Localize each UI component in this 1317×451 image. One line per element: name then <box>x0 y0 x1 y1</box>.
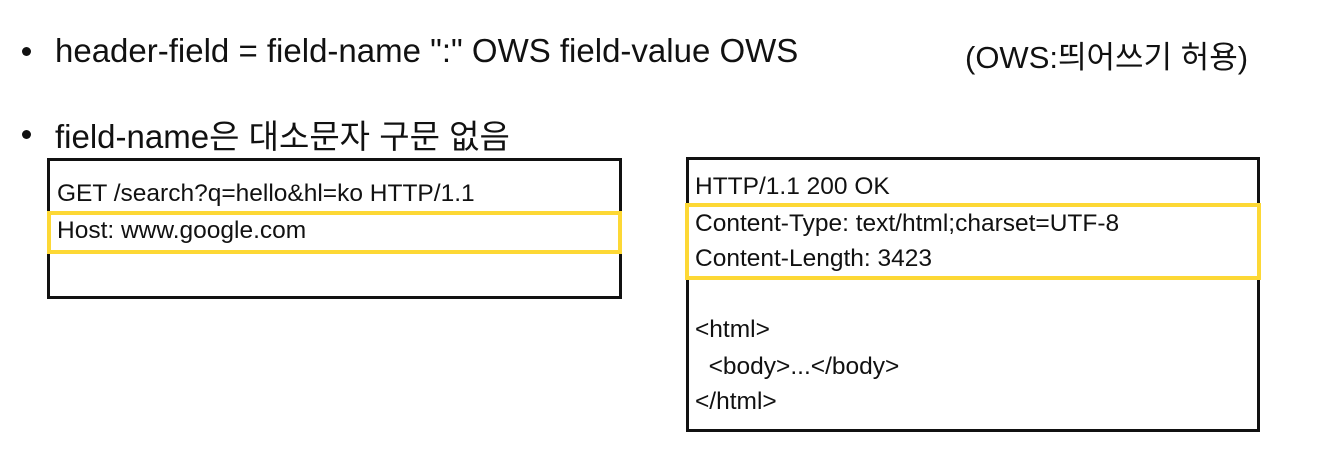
bullet-dot-icon <box>22 129 31 139</box>
bullet-field-name-case: field-name은 대소문자 구문 없음 <box>22 110 510 158</box>
response-content-length-header: Content-Length: 3423 <box>695 245 933 272</box>
response-body-line: </html> <box>695 388 777 415</box>
ows-note: (OWS:띄어쓰기 허용) <box>965 40 1249 75</box>
request-start-line: GET /search?q=hello&hl=ko HTTP/1.1 <box>57 180 475 207</box>
bullet-dot-icon <box>22 46 31 56</box>
response-content-type-header: Content-Type: text/html;charset=UTF-8 <box>695 210 1120 237</box>
request-host-header: Host: www.google.com <box>57 217 307 244</box>
bullet-header-field-syntax: header-field = field-name ":" OWS field-… <box>22 32 798 70</box>
bullet-text: field-name은 대소문자 구문 없음 <box>55 118 510 155</box>
response-body-line: <body>...</body> <box>695 353 900 380</box>
bullet-text: header-field = field-name ":" OWS field-… <box>55 32 799 69</box>
response-body-line: <html> <box>695 316 770 343</box>
response-status-line: HTTP/1.1 200 OK <box>695 173 890 200</box>
slide: header-field = field-name ":" OWS field-… <box>0 0 1317 451</box>
